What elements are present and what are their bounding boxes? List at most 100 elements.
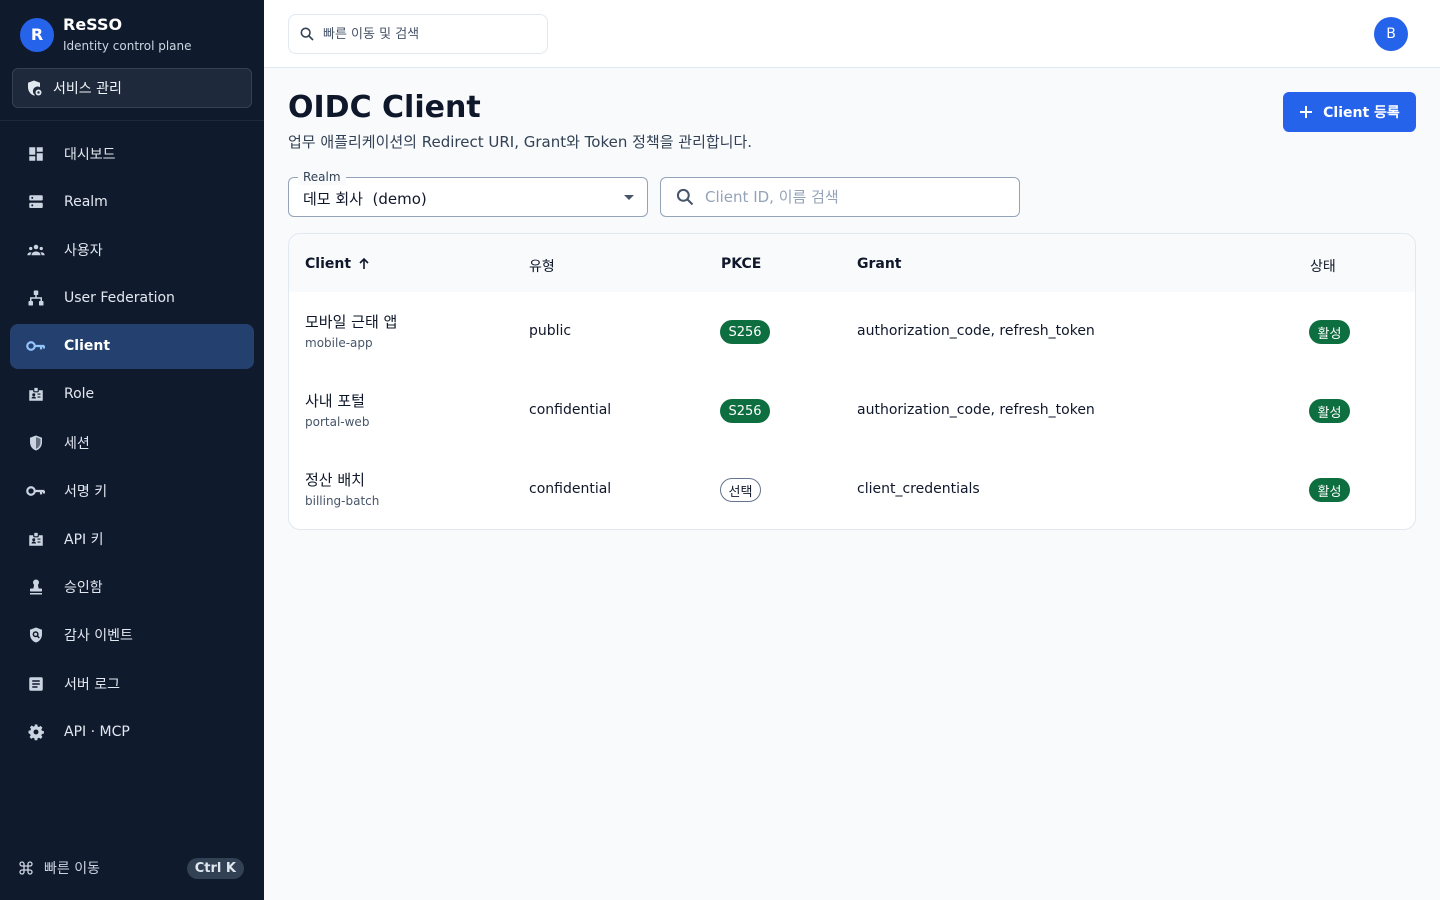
client-id: mobile-app	[305, 336, 373, 350]
dashboard-icon	[26, 144, 46, 164]
column-header-label: Client	[305, 256, 352, 272]
brand-logo: R	[20, 17, 54, 52]
sidebar-item-approvals[interactable]: 승인함	[10, 565, 254, 610]
client-type: public	[529, 323, 572, 339]
shield-icon	[26, 433, 46, 453]
plus-icon	[1300, 106, 1313, 118]
sidebar-item-label: API 키	[64, 532, 104, 548]
pkce-badge: S256	[720, 320, 770, 344]
global-search[interactable]	[288, 14, 548, 54]
realm-select[interactable]: Realm 데모 회사 (demo)	[288, 169, 648, 217]
client-type: confidential	[529, 402, 612, 418]
client-search-input[interactable]	[705, 188, 1005, 206]
sidebar-divider	[0, 120, 264, 121]
add-client-label: Client 등록	[1323, 105, 1400, 121]
badge-icon	[26, 384, 46, 404]
sidebar-item-users[interactable]: 사용자	[10, 227, 254, 272]
sidebar: R ReSSO Identity control plane 서비스 관리 대시…	[0, 0, 264, 900]
sidebar-item-server-logs[interactable]: 서버 로그	[10, 661, 254, 706]
key-icon	[26, 336, 46, 356]
sidebar-item-label: 승인함	[64, 580, 103, 597]
client-name: 정산 배치	[305, 471, 365, 489]
pkce-badge: S256	[720, 399, 770, 423]
table-row[interactable]: 정산 배치 billing-batch confidential 선택 clie…	[289, 450, 1415, 529]
table-row[interactable]: 모바일 근태 앱 mobile-app public S256 authoriz…	[289, 292, 1415, 371]
client-search[interactable]	[660, 177, 1020, 217]
storage-icon	[26, 192, 46, 212]
key-icon	[26, 481, 46, 501]
column-header-status[interactable]: 상태	[1310, 256, 1336, 276]
column-header-client[interactable]: Client	[305, 256, 371, 272]
quick-jump-label: 빠른 이동	[44, 861, 100, 877]
sidebar-item-audit-events[interactable]: 감사 이벤트	[10, 613, 254, 658]
table-row[interactable]: 사내 포털 portal-web confidential S256 autho…	[289, 371, 1415, 450]
sidebar-item-label: User Federation	[64, 290, 175, 307]
sidebar-item-client[interactable]: Client	[10, 323, 254, 369]
brand-text: ReSSO Identity control plane	[63, 15, 192, 54]
sidebar-item-realm[interactable]: Realm	[10, 179, 254, 224]
search-icon	[300, 27, 314, 41]
shield-gear-icon	[28, 80, 42, 96]
client-grant: authorization_code, refresh_token	[857, 323, 1095, 339]
status-badge: 활성	[1309, 320, 1350, 344]
page-description: 업무 애플리케이션의 Redirect URI, Grant와 Token 정책…	[288, 133, 753, 151]
topbar: B	[264, 0, 1440, 68]
brand[interactable]: R ReSSO Identity control plane	[20, 16, 192, 53]
caret-down-icon	[624, 195, 634, 200]
realm-label: Realm	[298, 169, 346, 185]
federation-icon	[26, 288, 46, 308]
sidebar-item-label: 서명 키	[64, 483, 108, 500]
column-header-grant[interactable]: Grant	[857, 256, 902, 272]
sidebar-item-dashboard[interactable]: 대시보드	[10, 131, 254, 176]
app-subtitle: Identity control plane	[63, 39, 192, 53]
sidebar-item-role[interactable]: Role	[10, 372, 254, 417]
client-grant: client_credentials	[857, 481, 980, 497]
sidebar-item-label: 감사 이벤트	[64, 628, 133, 645]
gear-icon	[26, 722, 46, 742]
stamp-icon	[26, 577, 46, 597]
sidebar-item-label: 서버 로그	[64, 676, 120, 693]
sidebar-item-sessions[interactable]: 세션	[10, 420, 254, 465]
service-management-label: 서비스 관리	[53, 81, 122, 97]
sidebar-item-label: 사용자	[64, 242, 103, 259]
arrow-up-icon	[359, 257, 369, 269]
client-grant: authorization_code, refresh_token	[857, 402, 1095, 418]
quick-jump-footer[interactable]: 빠른 이동 Ctrl K	[18, 856, 244, 880]
column-header-type[interactable]: 유형	[529, 256, 555, 276]
shortcut-badge: Ctrl K	[186, 857, 244, 879]
status-badge: 활성	[1309, 478, 1350, 502]
client-name: 모바일 근태 앱	[305, 313, 398, 331]
column-header-pkce[interactable]: PKCE	[721, 256, 761, 272]
client-table: Client 유형 PKCE Grant 상태 모바일 근태 앱 mobile-…	[288, 233, 1416, 530]
client-id: portal-web	[305, 415, 370, 429]
sidebar-item-api-keys[interactable]: API 키	[10, 517, 254, 562]
table-header: Client 유형 PKCE Grant 상태	[289, 234, 1415, 292]
page-title: OIDC Client	[288, 90, 481, 125]
realm-value: 데모 회사 (demo)	[303, 190, 427, 208]
sidebar-item-label: Role	[64, 386, 95, 403]
sidebar-item-label: 대시보드	[64, 146, 116, 163]
user-avatar[interactable]: B	[1374, 17, 1408, 51]
command-icon	[19, 861, 33, 875]
sidebar-item-label: API · MCP	[64, 723, 130, 740]
users-icon	[26, 240, 46, 260]
client-type: confidential	[529, 481, 612, 497]
service-management-button[interactable]: 서비스 관리	[12, 68, 252, 108]
client-name: 사내 포털	[305, 392, 365, 410]
global-search-input[interactable]	[323, 26, 523, 42]
status-badge: 활성	[1309, 399, 1350, 423]
pkce-badge: 선택	[720, 478, 761, 502]
sidebar-item-api-mcp[interactable]: API · MCP	[10, 709, 254, 754]
sidebar-item-label: Client	[64, 338, 111, 355]
search-icon	[676, 188, 694, 206]
sidebar-nav: 대시보드 Realm 사용자 User Federation Client Ro…	[10, 131, 254, 757]
log-icon	[26, 674, 46, 694]
sidebar-item-label: 세션	[64, 435, 90, 452]
shield-search-icon	[26, 625, 46, 645]
sidebar-item-signing-keys[interactable]: 서명 키	[10, 468, 254, 513]
badge-icon	[26, 529, 46, 549]
sidebar-item-label: Realm	[64, 193, 108, 210]
add-client-button[interactable]: Client 등록	[1283, 92, 1416, 132]
sidebar-item-user-federation[interactable]: User Federation	[10, 276, 254, 321]
app-name: ReSSO	[63, 15, 123, 34]
